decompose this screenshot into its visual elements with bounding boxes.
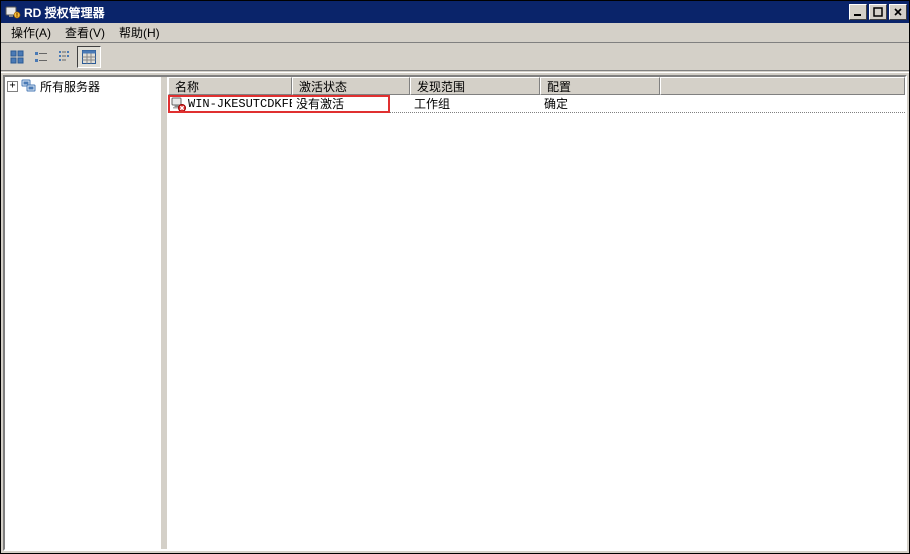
list-pane: 名称 激活状态 发现范围 配置 <box>167 77 905 549</box>
tree-root-label: 所有服务器 <box>40 78 100 95</box>
view-large-icons-button[interactable] <box>5 46 29 68</box>
column-scope[interactable]: 发现范围 <box>410 77 540 95</box>
app-icon <box>5 4 21 20</box>
toolbar <box>1 43 909 71</box>
close-button[interactable] <box>889 4 907 20</box>
body-split: + 所有服务器 名称 激活状态 发现范围 配置 <box>3 75 907 551</box>
menu-action[interactable]: 操作(A) <box>5 22 57 43</box>
cell-filler <box>660 95 905 112</box>
list-header: 名称 激活状态 发现范围 配置 <box>168 77 905 95</box>
minimize-button[interactable] <box>849 4 867 20</box>
view-details-button[interactable] <box>77 46 101 68</box>
window-title: RD 授权管理器 <box>24 4 847 21</box>
column-filler <box>660 77 905 95</box>
maximize-button[interactable] <box>869 4 887 20</box>
view-list-button[interactable] <box>53 46 77 68</box>
cell-name-text: WIN-JKESUTCDKFE <box>188 97 292 111</box>
toolbar-separator <box>1 72 909 73</box>
menu-view[interactable]: 查看(V) <box>59 22 111 43</box>
title-bar[interactable]: RD 授权管理器 <box>1 1 909 23</box>
tree-root-row[interactable]: + 所有服务器 <box>5 77 161 95</box>
cell-name: WIN-JKESUTCDKFE <box>168 95 292 112</box>
column-name[interactable]: 名称 <box>168 77 292 95</box>
expand-icon[interactable]: + <box>7 81 18 92</box>
servers-icon <box>21 78 37 94</box>
server-alert-icon <box>170 96 186 112</box>
cell-activation: 没有激活 <box>292 95 410 112</box>
menu-bar: 操作(A) 查看(V) 帮助(H) <box>1 23 909 43</box>
column-activation[interactable]: 激活状态 <box>292 77 410 95</box>
menu-help[interactable]: 帮助(H) <box>113 22 166 43</box>
table-row[interactable]: WIN-JKESUTCDKFE 没有激活 工作组 确定 <box>168 95 905 113</box>
cell-config: 确定 <box>540 95 660 112</box>
cell-scope: 工作组 <box>410 95 540 112</box>
tree-pane[interactable]: + 所有服务器 <box>5 77 163 549</box>
app-window: RD 授权管理器 操作(A) 查看(V) 帮助(H) <box>0 0 910 554</box>
view-small-icons-button[interactable] <box>29 46 53 68</box>
column-config[interactable]: 配置 <box>540 77 660 95</box>
